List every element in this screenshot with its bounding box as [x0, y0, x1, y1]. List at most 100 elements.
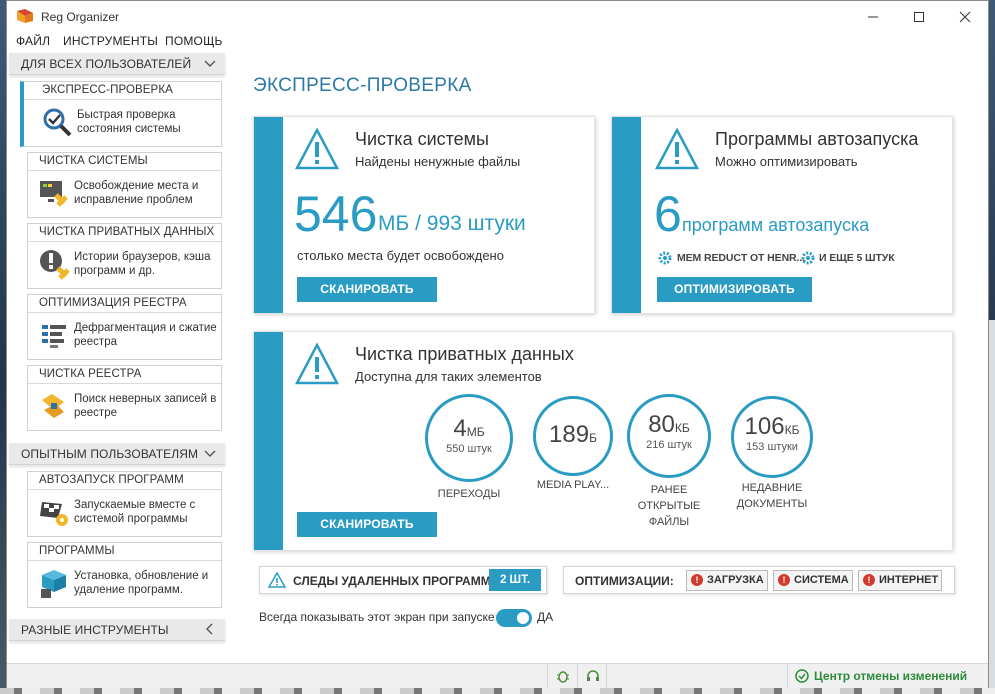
sidebar: ДЛЯ ВСЕХ ПОЛЬЗОВАТЕЛЕЙ ЭКСПРЕСС-ПРОВЕРКА…	[7, 53, 231, 663]
startup-count-value: 6	[654, 186, 682, 242]
status-cell	[577, 664, 607, 688]
sidebar-item-header: АВТОЗАПУСК ПРОГРАММ	[28, 472, 221, 490]
optim-system-button[interactable]: ! СИСТЕМА	[773, 570, 853, 591]
sidebar-item-text: Установка, обновление и удаление програм…	[74, 570, 209, 596]
menu-file[interactable]: ФАЙЛ	[16, 34, 50, 48]
chevron-down-icon	[204, 60, 216, 67]
circle-count: 153 штуки	[746, 441, 798, 453]
warning-small-icon	[268, 572, 286, 588]
window-title: Reg Organizer	[41, 10, 120, 24]
card-accent-bar	[254, 332, 283, 550]
sidebar-item-header: ЧИСТКА СИСТЕМЫ	[28, 153, 221, 171]
sidebar-item-text: Освобождение места и исправление проблем	[74, 180, 199, 206]
sidebar-item-text: Запускаемые вместе с системой программы	[74, 499, 196, 525]
circle-value: 106КБ	[744, 413, 800, 440]
circle-count: 550 штук	[446, 443, 492, 455]
card-accent-bar	[612, 117, 641, 313]
card-subtitle: Доступна для таких элементов	[355, 369, 542, 384]
minimize-button[interactable]	[850, 1, 896, 33]
circle-recent-files[interactable]: 80КБ 216 штук	[627, 394, 711, 478]
system-clean-icon	[40, 181, 68, 207]
startup-item-label[interactable]: MEM REDUCT OT HENR...	[677, 252, 805, 264]
circle-recent-docs[interactable]: 106КБ 153 штуки	[731, 396, 813, 478]
optim-boot-button[interactable]: ! ЗАГРУЗКА	[686, 570, 768, 591]
sidebar-item-text: Истории браузеров, кэша программ и др.	[74, 251, 211, 277]
card-subtitle: Можно оптимизировать	[715, 154, 858, 169]
sidebar-item-registry-optimize[interactable]: ОПТИМИЗАЦИЯ РЕЕСТРА Дефрагментация и сжа…	[27, 294, 222, 360]
undo-icon	[795, 669, 809, 683]
menu-tools[interactable]: ИНСТРУМЕНТЫ	[63, 34, 158, 48]
optim-internet-button[interactable]: ! ИНТЕРНЕТ	[858, 570, 942, 591]
optimize-startup-button[interactable]: ОПТИМИЗИРОВАТЬ	[657, 277, 812, 302]
startup-more-label[interactable]: И ЕЩЕ 5 ШТУК	[819, 252, 895, 264]
close-button[interactable]	[942, 1, 988, 33]
menu-help[interactable]: ПОМОЩЬ	[165, 34, 223, 48]
bug-icon[interactable]	[556, 669, 570, 683]
sidebar-item-text: Поиск неверных записей в реестре	[74, 393, 217, 419]
warning-triangle-icon	[294, 342, 340, 385]
optimizations-bar: ОПТИМИЗАЦИИ: ! ЗАГРУЗКА ! СИСТЕМА ! ИНТЕРНЕ…	[563, 566, 955, 594]
sidebar-item-registry-clean[interactable]: ЧИСТКА РЕЕСТРА Поиск неверных записей в …	[27, 365, 222, 431]
system-clean-card: Чистка системы Найдены ненужные файлы 54…	[253, 116, 595, 314]
warning-triangle-icon	[654, 127, 700, 170]
always-show-label: Всегда показывать этот экран при запуске	[259, 610, 495, 624]
alert-icon: !	[778, 574, 790, 586]
group-label: ДЛЯ ВСЕХ ПОЛЬЗОВАТЕЛЕЙ	[21, 57, 192, 71]
title-bar[interactable]: Reg Organizer	[7, 1, 988, 33]
circle-label: РАНЕЕ ОТКРЫТЫЕ ФАЙЛЫ	[637, 484, 701, 528]
group-misc-tools[interactable]: РАЗНЫЕ ИНСТРУМЕНТЫ	[9, 619, 225, 641]
circle-value: 189Б	[549, 421, 597, 448]
circle-label: ПЕРЕХОДЫ	[437, 488, 501, 500]
card-note: столько места будет освобождено	[297, 248, 504, 263]
app-window: Reg Organizer ФАЙЛ ИНСТРУМЕНТЫ ПОМОЩЬ ДЛ…	[6, 0, 989, 688]
deleted-traces-bar[interactable]: СЛЕДЫ УДАЛЕННЫХ ПРОГРАММ 2 ШТ.	[259, 566, 547, 594]
sidebar-item-private-data[interactable]: ЧИСТКА ПРИВАТНЫХ ДАННЫХ Истории браузеро…	[27, 223, 222, 289]
gear-icon	[801, 251, 815, 265]
circle-history[interactable]: 4МБ 550 штук	[425, 394, 513, 482]
deleted-traces-label: СЛЕДЫ УДАЛЕННЫХ ПРОГРАММ	[293, 574, 491, 588]
registry-optimize-icon	[42, 325, 66, 348]
startup-count-unit: программ автозапуска	[682, 215, 870, 235]
gear-icon	[658, 251, 672, 265]
sidebar-item-header: ОПТИМИЗАЦИЯ РЕЕСТРА	[28, 295, 221, 313]
main-panel: ЭКСПРЕСС-ПРОВЕРКА Чистка системы Найдены…	[237, 53, 985, 663]
always-show-toggle[interactable]	[496, 609, 532, 627]
sidebar-item-header: ЧИСТКА ПРИВАТНЫХ ДАННЫХ	[28, 224, 221, 242]
optimizations-label: ОПТИМИЗАЦИИ:	[575, 574, 674, 588]
chevron-left-icon	[206, 623, 213, 635]
card-title: Чистка системы	[355, 129, 489, 149]
sidebar-item-text: Дефрагментация и сжатие реестра	[74, 322, 217, 348]
startup-flag-icon	[40, 502, 68, 526]
undo-center-button[interactable]: Центр отмены изменений	[787, 664, 987, 688]
freed-space-value: 546	[294, 186, 378, 242]
headset-icon[interactable]	[586, 669, 600, 683]
sidebar-item-header: ПРОГРАММЫ	[28, 543, 221, 561]
reg-organizer-logo-icon	[17, 9, 33, 23]
registry-clean-icon	[42, 394, 64, 418]
sidebar-item-express-check[interactable]: ЭКСПРЕСС-ПРОВЕРКА Быстрая проверка состо…	[20, 81, 222, 147]
group-all-users[interactable]: ДЛЯ ВСЕХ ПОЛЬЗОВАТЕЛЕЙ	[9, 53, 225, 75]
card-subtitle: Найдены ненужные файлы	[355, 154, 521, 169]
status-cell	[547, 664, 577, 688]
deleted-traces-count[interactable]: 2 ШТ.	[489, 569, 541, 591]
sidebar-item-startup[interactable]: АВТОЗАПУСК ПРОГРАММ Запускаемые вместе с…	[27, 471, 222, 537]
maximize-button[interactable]	[896, 1, 942, 33]
group-advanced-users[interactable]: ОПЫТНЫМ ПОЛЬЗОВАТЕЛЯМ	[9, 443, 225, 465]
programs-box-icon	[41, 570, 66, 598]
private-data-icon	[40, 250, 70, 280]
close-icon	[959, 11, 971, 23]
scan-private-data-button[interactable]: СКАНИРОВАТЬ	[297, 512, 437, 537]
sidebar-item-programs[interactable]: ПРОГРАММЫ Установка, обновление и удален…	[27, 542, 222, 608]
toggle-knob	[517, 612, 529, 624]
magnifier-check-icon	[43, 108, 72, 137]
group-label: РАЗНЫЕ ИНСТРУМЕНТЫ	[21, 623, 169, 637]
circle-media-player[interactable]: 189Б	[533, 396, 613, 476]
circle-count: 216 штук	[646, 439, 692, 451]
status-bar: Центр отмены изменений	[7, 663, 988, 688]
sidebar-item-text: Быстрая проверка состояния системы	[77, 109, 181, 135]
card-title: Чистка приватных данных	[355, 344, 574, 364]
sidebar-item-system-clean[interactable]: ЧИСТКА СИСТЕМЫ Освобождение места и испр…	[27, 152, 222, 218]
private-data-card: Чистка приватных данных Доступна для так…	[253, 331, 953, 551]
scan-system-button[interactable]: СКАНИРОВАТЬ	[297, 277, 437, 302]
card-title: Программы автозапуска	[715, 129, 919, 149]
